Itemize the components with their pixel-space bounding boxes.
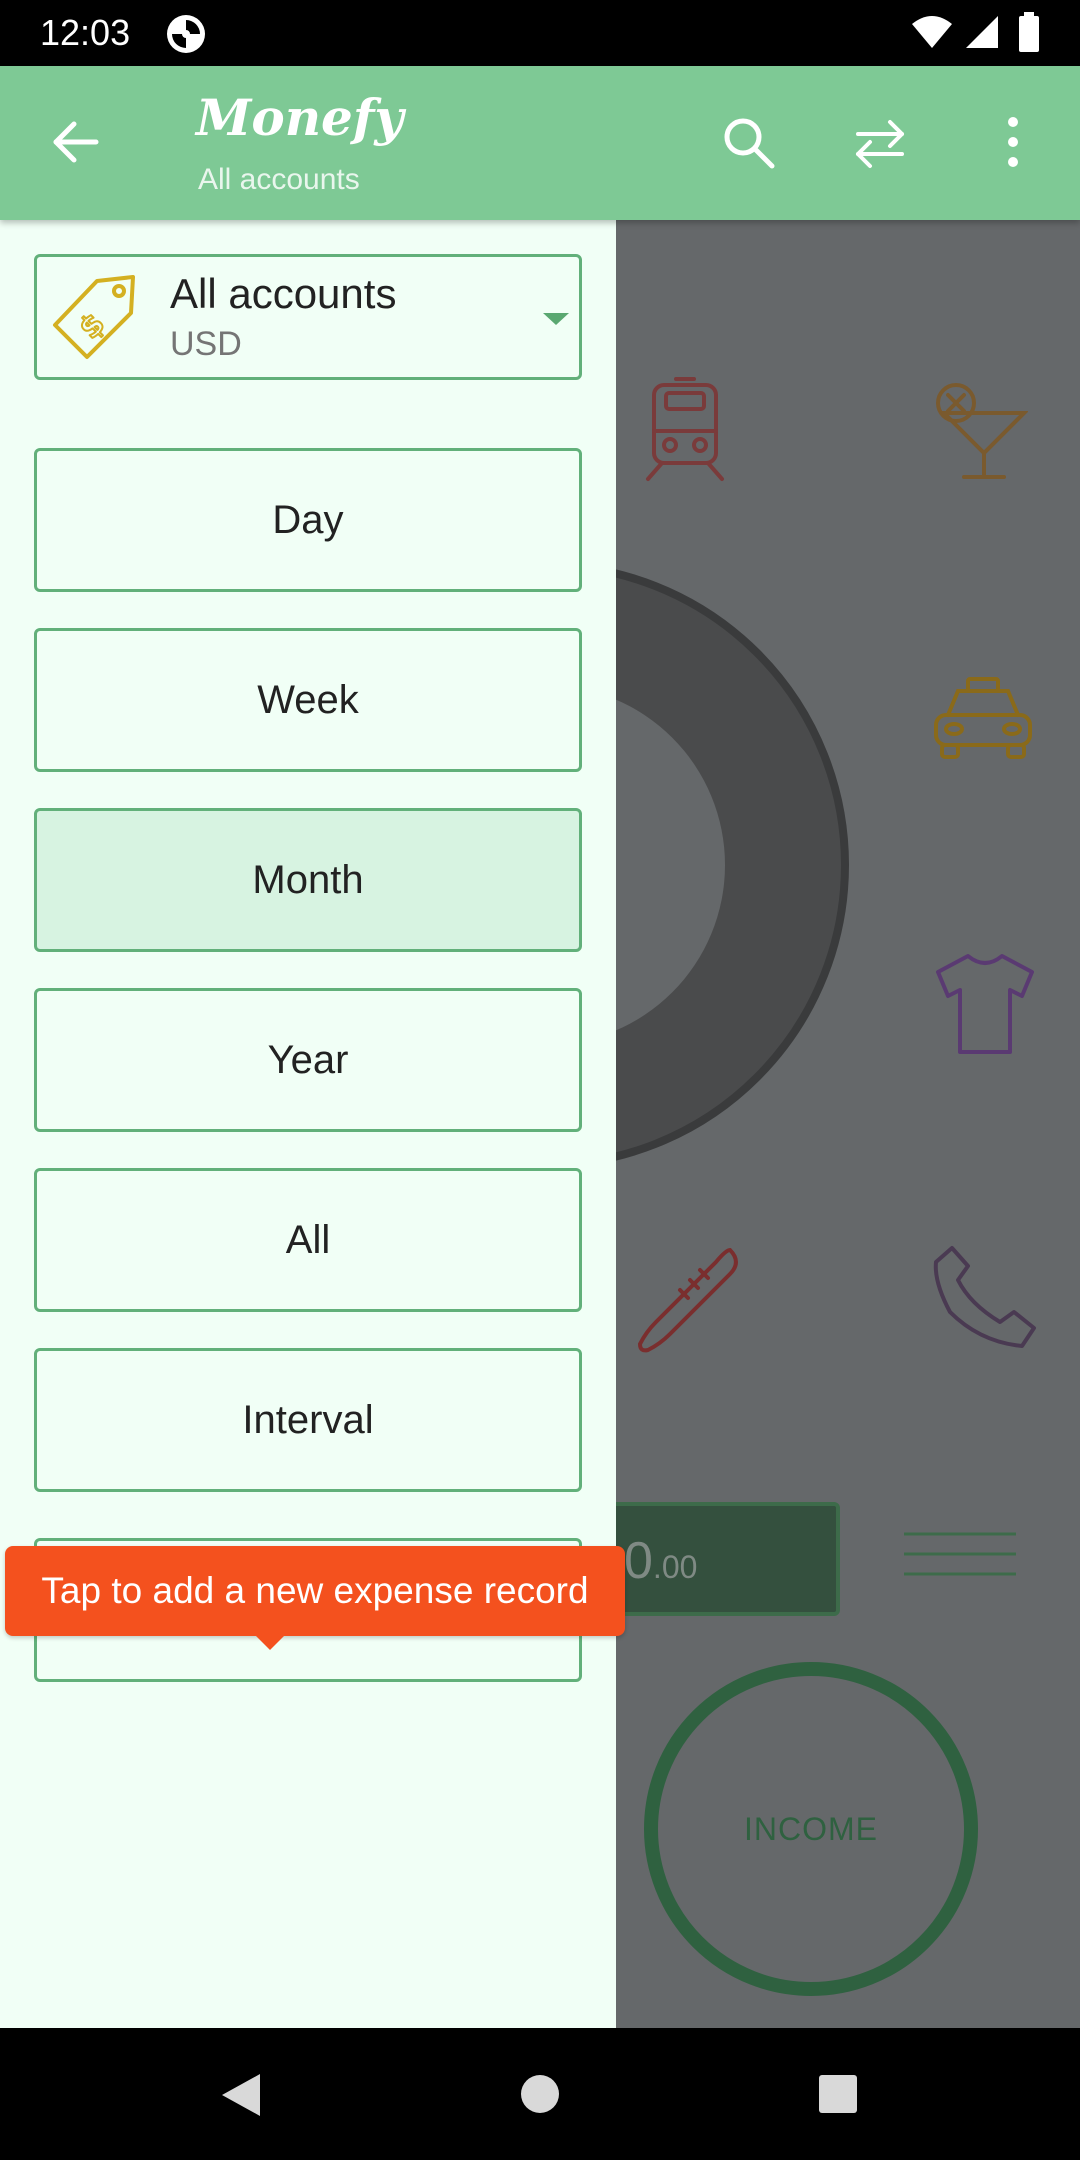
period-drawer: $ All accounts USD Day Week Month Year A… xyxy=(0,220,616,2028)
app-subtitle: All accounts xyxy=(198,163,360,196)
period-label: Year xyxy=(267,1037,349,1082)
account-currency: USD xyxy=(170,325,242,363)
search-icon[interactable] xyxy=(720,114,778,172)
cocktail-icon[interactable] xyxy=(928,375,1028,485)
period-week-button[interactable]: Week xyxy=(34,628,582,772)
thermometer-icon[interactable] xyxy=(630,1240,750,1360)
app-notification-icon xyxy=(167,15,205,53)
status-time: 12:03 xyxy=(40,12,131,53)
period-month-button[interactable]: Month xyxy=(34,808,582,952)
balance-amount: 0 xyxy=(624,1532,653,1590)
system-nav-bar xyxy=(0,2028,1080,2160)
app-logo: Monefy xyxy=(196,88,404,147)
app-bar: Monefy All accounts xyxy=(0,66,1080,220)
period-label: Month xyxy=(252,857,364,902)
tshirt-icon[interactable] xyxy=(930,950,1040,1060)
period-label: Day xyxy=(272,497,344,542)
tooltip[interactable]: Tap to add a new expense record xyxy=(5,1546,625,1636)
period-day-button[interactable]: Day xyxy=(34,448,582,592)
period-label: Week xyxy=(257,677,359,722)
income-button[interactable]: INCOME xyxy=(644,1662,978,1996)
account-name: All accounts xyxy=(170,270,397,317)
period-year-button[interactable]: Year xyxy=(34,988,582,1132)
more-vert-icon[interactable] xyxy=(998,112,1028,172)
transfer-icon[interactable] xyxy=(852,116,908,172)
signal-icon xyxy=(966,16,998,48)
period-all-button[interactable]: All xyxy=(34,1168,582,1312)
dropdown-arrow-icon xyxy=(543,313,569,325)
period-label: All xyxy=(285,1217,331,1262)
nav-home-icon[interactable] xyxy=(520,2074,560,2114)
wifi-icon xyxy=(912,16,952,48)
period-label: Interval xyxy=(242,1397,374,1442)
period-interval-button[interactable]: Interval xyxy=(34,1348,582,1492)
status-bar: 12:03 xyxy=(0,0,1080,66)
taxi-icon[interactable] xyxy=(928,675,1038,765)
phone-icon[interactable] xyxy=(930,1242,1040,1352)
price-tag-icon: $ xyxy=(53,275,135,359)
back-arrow-icon[interactable] xyxy=(48,114,104,170)
tooltip-arrow xyxy=(254,1634,286,1650)
balance-cents: .00 xyxy=(652,1549,698,1585)
train-icon[interactable] xyxy=(640,375,730,485)
battery-icon xyxy=(1019,12,1039,52)
list-icon[interactable] xyxy=(904,1530,1016,1590)
nav-recents-icon[interactable] xyxy=(818,2074,858,2114)
income-label: INCOME xyxy=(744,1810,878,1847)
nav-back-icon[interactable] xyxy=(218,2072,262,2118)
account-selector[interactable]: $ All accounts USD xyxy=(34,254,582,380)
